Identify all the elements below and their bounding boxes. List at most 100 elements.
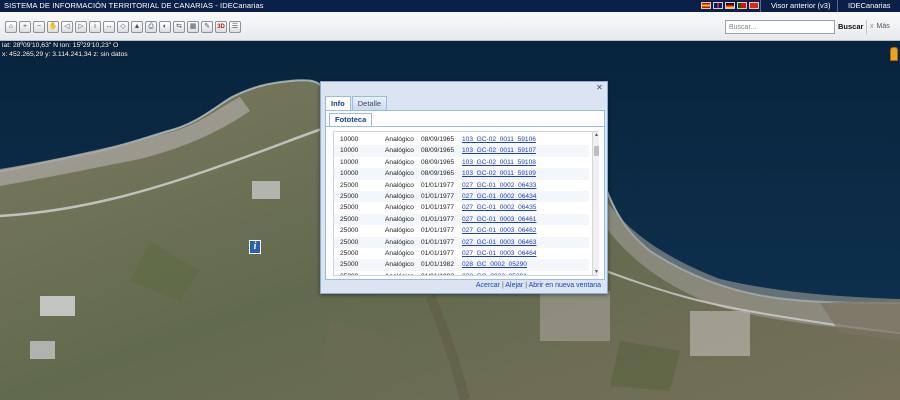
date-cell: 01/01/1977 [421,181,455,189]
scrollbar[interactable]: ▲ ▼ [592,132,599,275]
scroll-down-icon[interactable]: ▼ [593,269,600,275]
close-x-icon: x [870,23,874,30]
date-cell: 01/01/1977 [421,204,455,212]
scale-cell: 25000 [340,261,359,269]
header-divider [837,0,838,12]
list-item: 25000 Analógico 01/01/1977 027_GC-01_0002_0… [334,191,589,203]
scale-cell: 25000 [340,181,359,189]
photo-link[interactable]: 028_GC_0002_05291 [462,271,527,275]
type-cell: Analógico [385,170,414,178]
measure-distance-tool-icon[interactable]: ↔ [103,21,115,33]
photo-link[interactable]: 027_GC-01_0002_06435 [462,202,536,213]
flag-gb-icon[interactable] [713,2,723,9]
scale-cell: 25000 [340,227,359,235]
photo-link[interactable]: 103_GC-02_0011_59108 [462,157,536,168]
date-cell: 01/01/1977 [421,193,455,200]
draw-tool-icon[interactable]: ✎ [201,21,213,33]
type-cell: Analógico [385,227,414,235]
idecanarias-link[interactable]: IDECanarias [848,1,891,10]
tab-info[interactable]: Info [325,96,351,110]
flag-es-icon[interactable] [701,2,711,9]
open-new-window-link[interactable]: Abrir en nueva ventana [529,282,601,289]
app-title: SISTEMA DE INFORMACIÓN TERRITORIAL DE CA… [4,1,264,10]
lat-lon-readout: lat: 28º09'10,63" N lon: 15º29'10,23" O [2,42,119,49]
list-item: 10000 Analógico 08/09/1965 103_GC-02_0011_5… [334,145,589,157]
previous-view-tool-icon[interactable]: ◁ [61,21,73,33]
photo-link[interactable]: 027_GC-01_0002_06433 [462,180,536,191]
zoom-in-tool-icon[interactable]: + [19,21,31,33]
flag-pt-icon[interactable] [737,2,747,9]
title-bar: SISTEMA DE INFORMACIÓN TERRITORIAL DE CA… [0,0,900,12]
pan-tool-icon[interactable]: ✋ [47,21,59,33]
swipe-tool-icon[interactable]: ⇆ [173,21,185,33]
map-view[interactable]: lat: 28º09'10,63" N lon: 15º29'10,23" O … [0,41,900,400]
photo-link[interactable]: 027_GC-01_0003_06464 [462,248,536,259]
scale-cell: 10000 [340,170,359,178]
subtab-divider [326,126,604,127]
info-popup: ✕ Info Detalle Fototeca 10000 Analógico 08… [320,81,608,294]
scale-cell: 10000 [340,158,359,166]
type-cell: Analógico [385,271,414,275]
photo-link[interactable]: 027_GC-01_0003_06463 [462,237,536,248]
flag-cn-icon[interactable] [749,2,759,9]
scale-cell: 25000 [340,271,358,275]
date-cell: 08/09/1965 [421,147,455,155]
more-button[interactable]: x Más [866,20,893,34]
tab-detalle[interactable]: Detalle [351,96,388,110]
zoom-out-link[interactable]: Alejar [505,282,523,289]
scale-cell: 25000 [340,238,359,246]
coordinate-readout: lat: 28º09'10,63" N lon: 15º29'10,23" O … [2,42,128,59]
scroll-up-icon[interactable]: ▲ [593,132,600,138]
utm-readout: x: 452.265,29 y: 3.114.241,34 z: sin dat… [2,50,128,58]
info-marker-icon[interactable]: i [249,240,261,254]
next-view-tool-icon[interactable]: ▷ [75,21,87,33]
photo-link[interactable]: 028_GC_0002_05290 [462,259,527,270]
search-input[interactable] [725,20,835,34]
list-item: 25000 Analógico 01/01/1982 028_GC_0002_0529… [334,259,589,271]
photo-link[interactable]: 103_GC-02_0011_59106 [462,134,536,145]
date-cell: 08/09/1965 [421,136,455,143]
scale-cell: 25000 [340,193,359,200]
layers-tool-icon[interactable]: ☰ [229,21,241,33]
photo-link[interactable]: 103_GC-02_0011_59107 [462,145,536,156]
scrollbar-thumb[interactable] [594,146,599,156]
close-icon[interactable]: ✕ [595,84,604,93]
scale-cell: 10000 [340,147,359,155]
zoom-in-link[interactable]: Acercar [476,282,500,289]
transparency-tool-icon[interactable]: ◐ [159,21,171,33]
print-tool-icon[interactable]: ⎙ [145,21,157,33]
scale-cell: 25000 [340,215,359,223]
list-item: 10000 Analógico 08/09/1965 103_GC-02_0011_5… [334,134,589,145]
photo-link[interactable]: 103_GC-02_0011_59109 [462,168,536,179]
measure-area-tool-icon[interactable]: ◇ [117,21,129,33]
tab-fototeca[interactable]: Fototeca [329,113,373,126]
photo-link[interactable]: 027_GC-01_0003_06461 [462,214,536,225]
type-cell: Analógico [385,193,414,200]
footer-separator: | [501,282,504,289]
table-tool-icon[interactable]: ▦ [187,21,199,33]
zoom-out-tool-icon[interactable]: − [33,21,45,33]
search-button[interactable]: Buscar [836,20,865,34]
type-cell: Analógico [385,215,414,223]
previous-viewer-link[interactable]: Visor anterior (v3) [771,1,830,10]
3d-view-tool-icon[interactable]: 3D [215,21,227,33]
type-cell: Analógico [385,158,414,166]
list-item: 25000 Analógico 01/01/1977 027_GC-01_0003_0… [334,225,589,236]
scale-cell: 10000 [340,136,359,143]
photo-link[interactable]: 027_GC-01_0003_06462 [462,225,536,236]
scale-cell: 25000 [340,250,359,257]
more-label: Más [876,23,890,30]
date-cell: 01/01/1977 [421,227,455,235]
list-item: 25000 Analógico 01/01/1982 028_GC_0002_0529… [334,271,589,275]
terrain-profile-tool-icon[interactable]: ▲ [131,21,143,33]
photo-link[interactable]: 027_GC-01_0002_06434 [462,191,536,202]
photo-list: 10000 Analógico 08/09/1965 103_GC-02_0011_5… [333,131,598,276]
popup-tabs: Info Detalle [325,96,388,110]
full-extent-tool-icon[interactable]: ⌂ [5,21,17,33]
street-view-pegman-icon[interactable] [890,47,898,61]
flag-de-icon[interactable] [725,2,735,9]
info-tool-icon[interactable]: i [89,21,101,33]
list-item: 25000 Analógico 01/01/1977 027_GC-01_0002_0… [334,202,589,213]
list-item: 25000 Analógico 01/01/1977 027_GC-01_0003_0… [334,236,589,248]
date-cell: 01/01/1982 [421,271,454,275]
